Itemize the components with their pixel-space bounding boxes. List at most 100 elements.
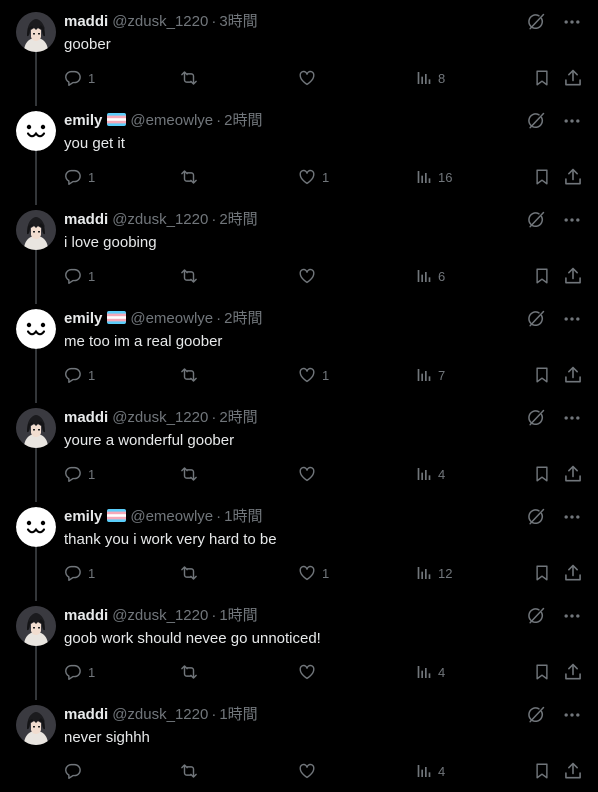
views-button[interactable]: 4 [416, 463, 445, 485]
display-name[interactable]: maddi [64, 607, 108, 624]
tweet[interactable]: maddi @zdusk_1220 · 3時間 goober 1 8 [0, 0, 598, 106]
tweet[interactable]: maddi @zdusk_1220 · 1時間 never sighhh 4 [0, 693, 598, 792]
reply-button[interactable]: 1 [64, 265, 95, 287]
display-name[interactable]: emily [64, 112, 102, 129]
bookmark-button[interactable] [533, 265, 551, 287]
more-icon[interactable] [562, 111, 582, 131]
retweet-button[interactable] [179, 166, 205, 188]
share-button[interactable] [563, 166, 583, 188]
tweet[interactable]: emily @emeowlye · 2時間 you get it 1 1 16 [0, 99, 598, 205]
user-handle[interactable]: @zdusk_1220 [112, 607, 208, 624]
more-icon[interactable] [562, 210, 582, 230]
user-handle[interactable]: @zdusk_1220 [112, 211, 208, 228]
like-button[interactable]: 1 [298, 364, 329, 386]
like-button[interactable] [298, 67, 322, 89]
views-button[interactable]: 8 [416, 67, 445, 89]
timestamp[interactable]: 2時間 [219, 211, 257, 228]
grok-icon[interactable] [526, 111, 546, 131]
grok-icon[interactable] [526, 12, 546, 32]
share-button[interactable] [563, 760, 583, 782]
reply-button[interactable]: 1 [64, 67, 95, 89]
more-icon[interactable] [562, 507, 582, 527]
avatar[interactable] [16, 507, 56, 547]
retweet-button[interactable] [179, 661, 205, 683]
reply-button[interactable]: 1 [64, 562, 95, 584]
timestamp[interactable]: 1時間 [219, 706, 257, 723]
user-handle[interactable]: @zdusk_1220 [112, 13, 208, 30]
views-button[interactable]: 4 [416, 760, 445, 782]
like-button[interactable]: 1 [298, 166, 329, 188]
reply-button[interactable] [64, 760, 88, 782]
grok-icon[interactable] [526, 606, 546, 626]
views-button[interactable]: 12 [416, 562, 452, 584]
share-button[interactable] [563, 562, 583, 584]
share-button[interactable] [563, 364, 583, 386]
more-icon[interactable] [562, 606, 582, 626]
retweet-button[interactable] [179, 265, 205, 287]
reply-button[interactable]: 1 [64, 463, 95, 485]
like-button[interactable] [298, 463, 322, 485]
more-icon[interactable] [562, 408, 582, 428]
retweet-button[interactable] [179, 760, 205, 782]
avatar[interactable] [16, 309, 56, 349]
bookmark-button[interactable] [533, 760, 551, 782]
tweet[interactable]: maddi @zdusk_1220 · 2時間 i love goobing 1 6 [0, 198, 598, 304]
reply-button[interactable]: 1 [64, 166, 95, 188]
grok-icon[interactable] [526, 408, 546, 428]
bookmark-button[interactable] [533, 661, 551, 683]
retweet-button[interactable] [179, 364, 205, 386]
share-button[interactable] [563, 661, 583, 683]
grok-icon[interactable] [526, 507, 546, 527]
user-handle[interactable]: @zdusk_1220 [112, 409, 208, 426]
share-button[interactable] [563, 265, 583, 287]
user-handle[interactable]: @emeowlye [130, 112, 213, 129]
retweet-button[interactable] [179, 562, 205, 584]
reply-button[interactable]: 1 [64, 364, 95, 386]
more-icon[interactable] [562, 309, 582, 329]
like-button[interactable] [298, 265, 322, 287]
views-button[interactable]: 16 [416, 166, 452, 188]
display-name[interactable]: maddi [64, 13, 108, 30]
avatar[interactable] [16, 408, 56, 448]
like-button[interactable] [298, 661, 322, 683]
grok-icon[interactable] [526, 705, 546, 725]
timestamp[interactable]: 1時間 [219, 607, 257, 624]
timestamp[interactable]: 2時間 [219, 409, 257, 426]
user-handle[interactable]: @emeowlye [130, 310, 213, 327]
bookmark-button[interactable] [533, 562, 551, 584]
timestamp[interactable]: 1時間 [224, 508, 262, 525]
retweet-button[interactable] [179, 67, 205, 89]
tweet[interactable]: emily @emeowlye · 2時間 me too im a real goobe… [0, 297, 598, 403]
grok-icon[interactable] [526, 210, 546, 230]
views-button[interactable]: 6 [416, 265, 445, 287]
avatar[interactable] [16, 705, 56, 745]
views-button[interactable]: 4 [416, 661, 445, 683]
more-icon[interactable] [562, 12, 582, 32]
retweet-button[interactable] [179, 463, 205, 485]
display-name[interactable]: maddi [64, 706, 108, 723]
grok-icon[interactable] [526, 309, 546, 329]
timestamp[interactable]: 3時間 [219, 13, 257, 30]
display-name[interactable]: emily [64, 508, 102, 525]
tweet[interactable]: maddi @zdusk_1220 · 1時間 goob work should nev… [0, 594, 598, 700]
user-handle[interactable]: @zdusk_1220 [112, 706, 208, 723]
avatar[interactable] [16, 12, 56, 52]
share-button[interactable] [563, 67, 583, 89]
timestamp[interactable]: 2時間 [224, 310, 262, 327]
reply-button[interactable]: 1 [64, 661, 95, 683]
display-name[interactable]: emily [64, 310, 102, 327]
user-handle[interactable]: @emeowlye [130, 508, 213, 525]
like-button[interactable]: 1 [298, 562, 329, 584]
bookmark-button[interactable] [533, 67, 551, 89]
share-button[interactable] [563, 463, 583, 485]
display-name[interactable]: maddi [64, 409, 108, 426]
timestamp[interactable]: 2時間 [224, 112, 262, 129]
tweet[interactable]: emily @emeowlye · 1時間 thank you i work very … [0, 495, 598, 601]
avatar[interactable] [16, 111, 56, 151]
bookmark-button[interactable] [533, 463, 551, 485]
tweet[interactable]: maddi @zdusk_1220 · 2時間 youre a wonderful go… [0, 396, 598, 502]
bookmark-button[interactable] [533, 166, 551, 188]
avatar[interactable] [16, 606, 56, 646]
bookmark-button[interactable] [533, 364, 551, 386]
display-name[interactable]: maddi [64, 211, 108, 228]
